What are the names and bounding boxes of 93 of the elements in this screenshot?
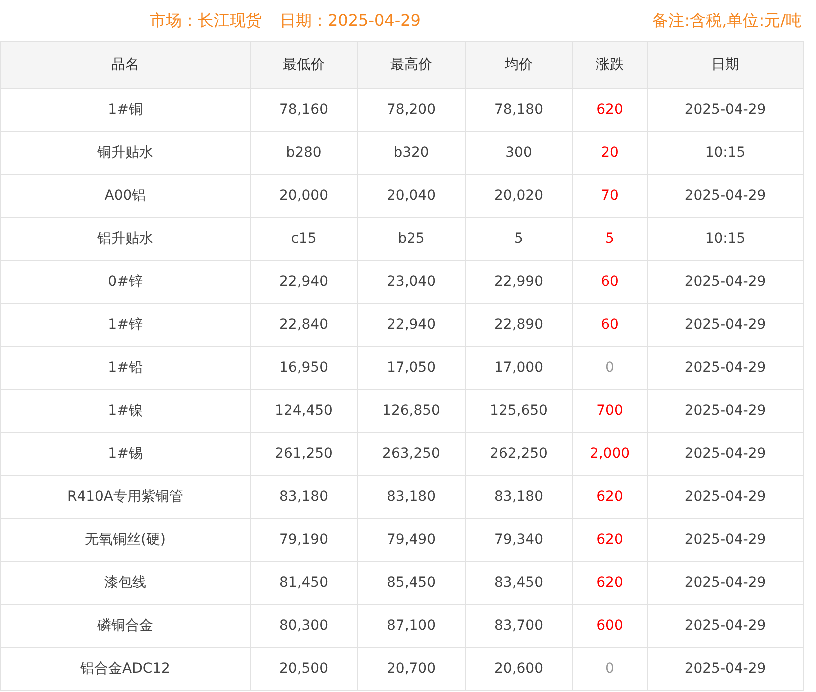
table-cell: 2025-04-29 xyxy=(648,174,804,218)
table-cell: 2025-04-29 xyxy=(648,88,804,132)
table-cell: 87,100 xyxy=(358,604,466,648)
table-cell: 83,180 xyxy=(466,476,572,518)
table-cell: 铝升贴水 xyxy=(0,218,250,260)
change-cell: 620 xyxy=(572,518,648,562)
table-cell: 81,450 xyxy=(250,562,358,604)
table-cell: 17,050 xyxy=(358,346,466,390)
table-cell: 79,490 xyxy=(358,518,466,562)
table-cell: 22,990 xyxy=(466,260,572,304)
date-label: 日期：2025-04-29 xyxy=(280,10,421,32)
table-cell: 20,000 xyxy=(250,174,358,218)
table-cell: 83,180 xyxy=(358,476,466,518)
column-header: 均价 xyxy=(466,42,572,88)
column-header: 日期 xyxy=(648,42,804,88)
table-cell: 85,450 xyxy=(358,562,466,604)
table-cell: 2025-04-29 xyxy=(648,432,804,476)
table-cell: 10:15 xyxy=(648,132,804,174)
table-cell: 20,040 xyxy=(358,174,466,218)
table-cell: 20,700 xyxy=(358,648,466,690)
table-cell: 2025-04-29 xyxy=(648,648,804,690)
table-cell: 漆包线 xyxy=(0,562,250,604)
table-cell: 22,840 xyxy=(250,304,358,346)
table-cell: c15 xyxy=(250,218,358,260)
change-cell: 60 xyxy=(572,260,648,304)
table-cell: 16,950 xyxy=(250,346,358,390)
table-cell: b25 xyxy=(358,218,466,260)
change-cell: 70 xyxy=(572,174,648,218)
unit-note: 备注:含税,单位:元/吨 xyxy=(652,10,802,32)
table-cell: 23,040 xyxy=(358,260,466,304)
change-cell: 60 xyxy=(572,304,648,346)
table-cell: 300 xyxy=(466,132,572,174)
table-cell: 20,020 xyxy=(466,174,572,218)
table-cell: 125,650 xyxy=(466,390,572,432)
table-cell: 22,890 xyxy=(466,304,572,346)
table-cell: 0#锌 xyxy=(0,260,250,304)
table-cell: 铜升贴水 xyxy=(0,132,250,174)
change-cell: 620 xyxy=(572,88,648,132)
table-cell: 22,940 xyxy=(250,260,358,304)
column-header: 最高价 xyxy=(358,42,466,88)
table-cell: 83,180 xyxy=(250,476,358,518)
table-cell: 78,200 xyxy=(358,88,466,132)
table-cell: 263,250 xyxy=(358,432,466,476)
table-cell: 20,500 xyxy=(250,648,358,690)
table-cell: 2025-04-29 xyxy=(648,346,804,390)
table-cell: b280 xyxy=(250,132,358,174)
table-cell: 17,000 xyxy=(466,346,572,390)
table-cell: R410A专用紫铜管 xyxy=(0,476,250,518)
table-cell: 1#铜 xyxy=(0,88,250,132)
table-cell: 126,850 xyxy=(358,390,466,432)
table-cell: 262,250 xyxy=(466,432,572,476)
table-cell: 2025-04-29 xyxy=(648,390,804,432)
change-cell: 0 xyxy=(572,346,648,390)
table-cell: 83,700 xyxy=(466,604,572,648)
table-cell: b320 xyxy=(358,132,466,174)
change-cell: 0 xyxy=(572,648,648,690)
table-cell: A00铝 xyxy=(0,174,250,218)
change-cell: 20 xyxy=(572,132,648,174)
table-cell: 10:15 xyxy=(648,218,804,260)
change-cell: 2,000 xyxy=(572,432,648,476)
column-header: 品名 xyxy=(0,42,250,88)
table-cell: 2025-04-29 xyxy=(648,518,804,562)
change-cell: 620 xyxy=(572,476,648,518)
column-header: 涨跌 xyxy=(572,42,648,88)
table-cell: 1#锡 xyxy=(0,432,250,476)
table-cell: 1#铅 xyxy=(0,346,250,390)
table-cell: 2025-04-29 xyxy=(648,304,804,346)
table-cell: 79,190 xyxy=(250,518,358,562)
table-cell: 磷铜合金 xyxy=(0,604,250,648)
table-cell: 20,600 xyxy=(466,648,572,690)
table-cell: 2025-04-29 xyxy=(648,562,804,604)
table-cell: 1#锌 xyxy=(0,304,250,346)
change-cell: 5 xyxy=(572,218,648,260)
change-cell: 700 xyxy=(572,390,648,432)
change-cell: 600 xyxy=(572,604,648,648)
table-cell: 124,450 xyxy=(250,390,358,432)
table-cell: 无氧铜丝(硬) xyxy=(0,518,250,562)
table-cell: 1#镍 xyxy=(0,390,250,432)
table-cell: 5 xyxy=(466,218,572,260)
table-cell: 2025-04-29 xyxy=(648,604,804,648)
table-cell: 2025-04-29 xyxy=(648,476,804,518)
table-cell: 2025-04-29 xyxy=(648,260,804,304)
table-cell: 78,180 xyxy=(466,88,572,132)
table-cell: 79,340 xyxy=(466,518,572,562)
table-cell: 261,250 xyxy=(250,432,358,476)
table-cell: 22,940 xyxy=(358,304,466,346)
table-cell: 铝合金ADC12 xyxy=(0,648,250,690)
market-label: 市场：长江现货 xyxy=(150,10,262,32)
column-header: 最低价 xyxy=(250,42,358,88)
table-cell: 80,300 xyxy=(250,604,358,648)
change-cell: 620 xyxy=(572,562,648,604)
table-cell: 78,160 xyxy=(250,88,358,132)
table-cell: 83,450 xyxy=(466,562,572,604)
